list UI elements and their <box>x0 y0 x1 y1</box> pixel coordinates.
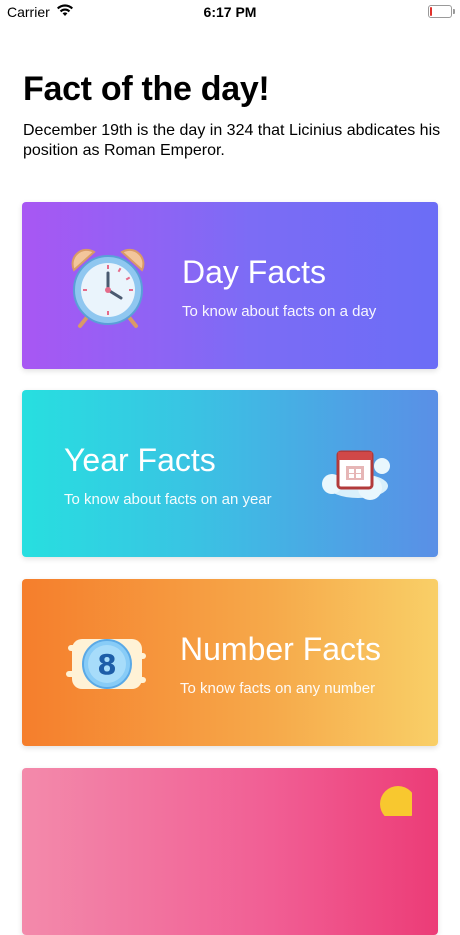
partial-icon <box>372 776 416 822</box>
alarm-clock-icon <box>68 246 148 335</box>
status-bar: Carrier 6:17 PM <box>0 0 460 26</box>
battery-level <box>430 7 432 16</box>
number-eight-icon: 8 <box>66 623 148 710</box>
page-title: Fact of the day! <box>23 70 270 108</box>
next-facts-card[interactable] <box>22 768 438 935</box>
calendar-cloud-icon <box>318 440 394 509</box>
year-facts-title: Year Facts <box>64 442 216 478</box>
battery-icon <box>428 5 455 18</box>
number-facts-title: Number Facts <box>180 631 381 667</box>
clock-time: 6:17 PM <box>203 4 257 20</box>
number-facts-subtitle: To know facts on any number <box>180 680 376 697</box>
year-facts-subtitle: To know about facts on an year <box>64 491 272 508</box>
day-facts-subtitle: To know about facts on a day <box>182 303 377 320</box>
day-facts-title: Day Facts <box>182 254 327 290</box>
day-facts-card[interactable]: Day Facts To know about facts on a day <box>22 202 438 369</box>
fact-of-the-day-text: December 19th is the day in 324 that Lic… <box>23 122 441 159</box>
number-facts-card[interactable]: 8 Number Facts To know facts on any numb… <box>22 579 438 746</box>
number-icon-digit: 8 <box>97 648 116 681</box>
year-facts-card[interactable]: Year Facts To know about facts on an yea… <box>22 390 438 557</box>
